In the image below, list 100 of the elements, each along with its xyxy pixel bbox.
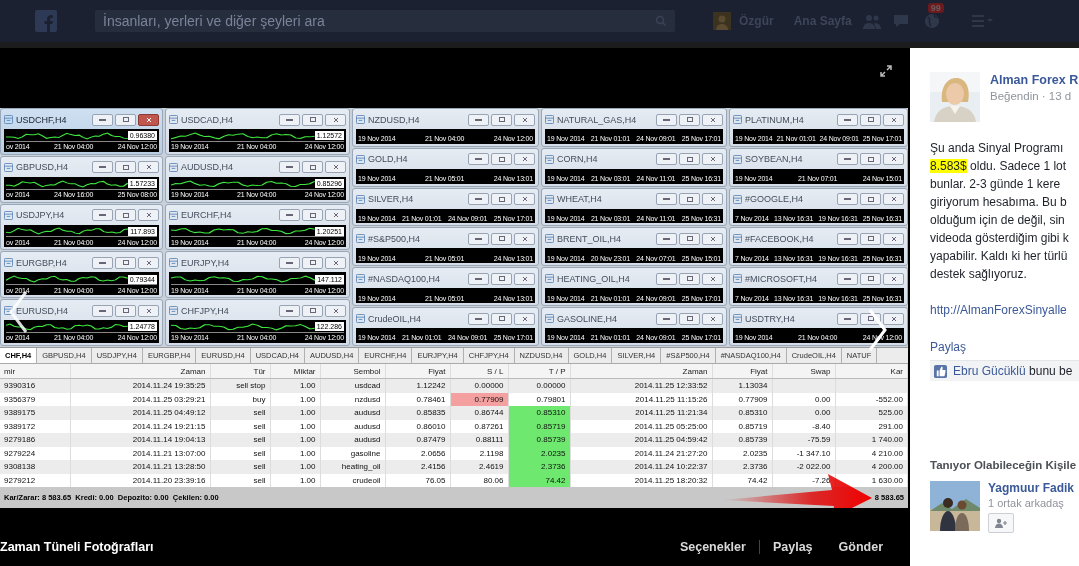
- close-button[interactable]: [883, 233, 904, 245]
- author-link[interactable]: Alman Forex R: [990, 73, 1079, 87]
- column-header[interactable]: Swap: [772, 364, 835, 379]
- search-field[interactable]: İnsanları, yerleri ve diğer şeyleri ara: [95, 10, 675, 32]
- maximize-button[interactable]: [491, 312, 512, 325]
- close-button[interactable]: [702, 113, 723, 126]
- maximize-button[interactable]: [115, 113, 136, 126]
- column-header[interactable]: T / P: [508, 364, 570, 379]
- column-header[interactable]: Miktar: [270, 364, 320, 379]
- maximize-button[interactable]: [115, 209, 136, 222]
- maximize-button[interactable]: [860, 153, 881, 166]
- close-button[interactable]: [883, 153, 904, 166]
- maximize-button[interactable]: [491, 193, 512, 206]
- minimize-button[interactable]: [656, 193, 677, 206]
- maximize-button[interactable]: [115, 256, 136, 269]
- close-button[interactable]: [702, 153, 723, 166]
- minimize-button[interactable]: [656, 153, 677, 166]
- minimize-button[interactable]: [837, 193, 858, 206]
- minimize-button[interactable]: [656, 312, 677, 325]
- minimize-button[interactable]: [92, 256, 113, 269]
- maximize-button[interactable]: [302, 209, 323, 222]
- close-button[interactable]: [325, 113, 346, 126]
- maximize-button[interactable]: [860, 233, 881, 245]
- column-header[interactable]: Tür: [210, 364, 270, 379]
- close-button[interactable]: [702, 233, 723, 245]
- maximize-button[interactable]: [679, 153, 700, 166]
- minimize-button[interactable]: [656, 113, 677, 126]
- maximize-button[interactable]: [491, 113, 512, 126]
- minimize-button[interactable]: [837, 233, 858, 245]
- add-friend-button[interactable]: [988, 513, 1014, 533]
- minimize-button[interactable]: [92, 113, 113, 126]
- minimize-button[interactable]: [837, 312, 858, 325]
- close-button[interactable]: [883, 312, 904, 325]
- minimize-button[interactable]: [837, 272, 858, 285]
- maximize-button[interactable]: [302, 256, 323, 269]
- person-link[interactable]: Yagmuur Fadik: [988, 481, 1075, 495]
- minimize-button[interactable]: [279, 304, 300, 317]
- maximize-button[interactable]: [302, 161, 323, 174]
- minimize-button[interactable]: [468, 233, 489, 245]
- minimize-button[interactable]: [468, 193, 489, 206]
- photo-action-link[interactable]: Gönder: [825, 540, 896, 554]
- maximize-button[interactable]: [860, 113, 881, 126]
- column-header[interactable]: Fiyat: [385, 364, 450, 379]
- minimize-button[interactable]: [279, 113, 300, 126]
- column-header[interactable]: Zaman: [570, 364, 712, 379]
- close-button[interactable]: [514, 153, 535, 166]
- close-button[interactable]: [138, 161, 159, 174]
- minimize-button[interactable]: [837, 153, 858, 166]
- maximize-button[interactable]: [679, 113, 700, 126]
- minimize-button[interactable]: [92, 304, 113, 317]
- minimize-button[interactable]: [279, 161, 300, 174]
- maximize-button[interactable]: [679, 193, 700, 206]
- photo-action-link[interactable]: Paylaş: [759, 540, 826, 554]
- close-button[interactable]: [883, 113, 904, 126]
- minimize-button[interactable]: [92, 209, 113, 222]
- close-button[interactable]: [325, 209, 346, 222]
- close-button[interactable]: [138, 113, 159, 126]
- maximize-button[interactable]: [491, 272, 512, 285]
- column-header[interactable]: mir: [0, 364, 70, 379]
- minimize-button[interactable]: [468, 312, 489, 325]
- maximize-button[interactable]: [302, 304, 323, 317]
- post-link[interactable]: http://AlmanForexSinyalle: [930, 301, 1079, 319]
- close-button[interactable]: [325, 161, 346, 174]
- close-button[interactable]: [883, 193, 904, 206]
- minimize-button[interactable]: [656, 233, 677, 245]
- close-button[interactable]: [702, 193, 723, 206]
- maximize-button[interactable]: [491, 233, 512, 245]
- expand-icon[interactable]: [880, 65, 892, 77]
- close-button[interactable]: [702, 272, 723, 285]
- share-link[interactable]: Paylaş: [930, 338, 967, 356]
- next-icon[interactable]: [868, 308, 888, 352]
- close-button[interactable]: [702, 312, 723, 325]
- maximize-button[interactable]: [679, 312, 700, 325]
- column-header[interactable]: Fiyat: [712, 364, 772, 379]
- minimize-button[interactable]: [656, 272, 677, 285]
- close-button[interactable]: [883, 272, 904, 285]
- album-link[interactable]: Zaman Tüneli Fotoğrafları: [0, 540, 154, 554]
- maximize-button[interactable]: [860, 272, 881, 285]
- close-button[interactable]: [138, 304, 159, 317]
- liker-link[interactable]: Ebru Gücüklü: [953, 364, 1026, 378]
- close-button[interactable]: [325, 304, 346, 317]
- photo-action-link[interactable]: Seçenekler: [666, 540, 760, 554]
- close-button[interactable]: [138, 256, 159, 269]
- minimize-button[interactable]: [468, 272, 489, 285]
- maximize-button[interactable]: [679, 272, 700, 285]
- column-header[interactable]: Sembol: [320, 364, 385, 379]
- maximize-button[interactable]: [115, 161, 136, 174]
- minimize-button[interactable]: [468, 153, 489, 166]
- close-button[interactable]: [514, 312, 535, 325]
- column-header[interactable]: Kar: [835, 364, 908, 379]
- maximize-button[interactable]: [860, 193, 881, 206]
- close-button[interactable]: [325, 256, 346, 269]
- column-header[interactable]: S / L: [450, 364, 508, 379]
- minimize-button[interactable]: [279, 209, 300, 222]
- minimize-button[interactable]: [468, 113, 489, 126]
- minimize-button[interactable]: [92, 161, 113, 174]
- maximize-button[interactable]: [491, 153, 512, 166]
- minimize-button[interactable]: [837, 113, 858, 126]
- maximize-button[interactable]: [679, 233, 700, 245]
- close-button[interactable]: [138, 209, 159, 222]
